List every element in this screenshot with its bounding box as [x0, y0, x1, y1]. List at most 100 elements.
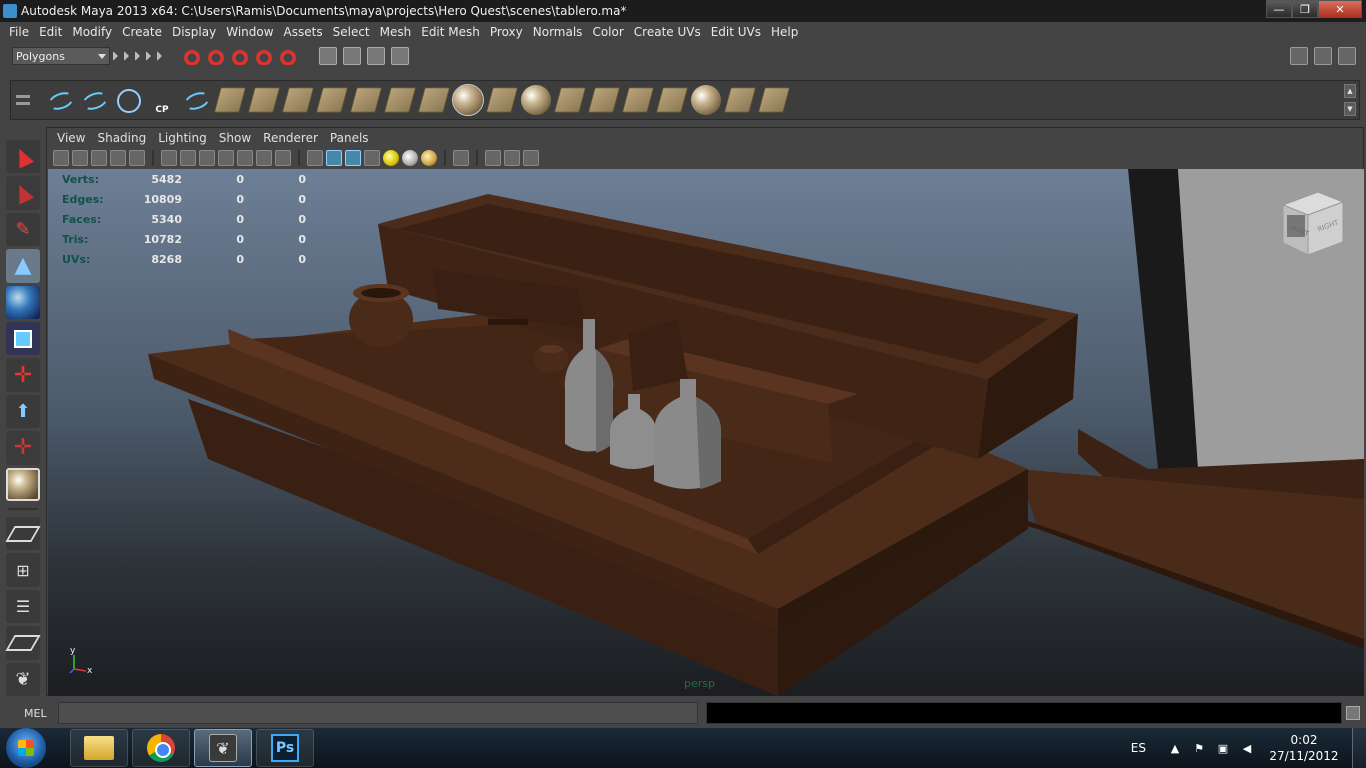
maximize-button[interactable]: ❐ [1292, 0, 1318, 18]
single-perspective-layout-icon[interactable] [6, 516, 40, 551]
xray-joints-icon[interactable] [504, 150, 520, 166]
uv-cube-icon[interactable] [485, 87, 519, 113]
menu-normals[interactable]: Normals [528, 25, 588, 39]
grid-icon[interactable] [161, 150, 177, 166]
uv-cylindrical-icon[interactable] [553, 87, 587, 113]
gate-mask-icon[interactable] [218, 150, 234, 166]
cp-curve-icon[interactable]: CP [147, 85, 177, 115]
snap-curve-icon[interactable] [207, 47, 225, 65]
perspective-viewport[interactable]: Verts: 5482 0 0 Edges: 10809 0 0 Faces: … [48, 169, 1364, 696]
minimize-button[interactable]: — [1266, 0, 1292, 18]
menu-create-uvs[interactable]: Create UVs [629, 25, 706, 39]
cv-curve-tool-icon[interactable] [45, 85, 75, 115]
script-language-toggle[interactable]: MEL [0, 707, 58, 720]
select-tool-icon[interactable] [6, 140, 40, 174]
panel-menu-view[interactable]: View [51, 131, 91, 145]
command-input[interactable] [58, 702, 698, 724]
select-camera-icon[interactable] [53, 150, 69, 166]
taskbar-photoshop[interactable]: Ps [256, 729, 314, 767]
show-manipulator-icon[interactable] [6, 431, 40, 465]
lasso-tool-icon[interactable] [6, 176, 40, 210]
uv-cut-icon[interactable] [281, 87, 315, 113]
film-gate-icon[interactable] [180, 150, 196, 166]
uv-automatic-icon[interactable] [587, 87, 621, 113]
clock[interactable]: 0:02 27/11/2012 [1264, 732, 1344, 764]
snap-grid-icon[interactable] [183, 47, 201, 65]
collapse-arrow-icon[interactable] [135, 51, 143, 61]
menu-set-dropdown[interactable]: Polygons [12, 47, 110, 65]
backface-culling-icon[interactable] [523, 150, 539, 166]
menu-help[interactable]: Help [766, 25, 803, 39]
channel-box-icon[interactable] [1338, 47, 1356, 65]
shadows-icon[interactable] [402, 150, 418, 166]
smooth-shade-icon[interactable] [326, 150, 342, 166]
taskbar-maya[interactable]: ❦ [194, 729, 252, 767]
uv-grid-icon[interactable] [655, 87, 689, 113]
menu-color[interactable]: Color [587, 25, 628, 39]
image-plane-icon[interactable] [110, 150, 126, 166]
rotate-tool-icon[interactable] [6, 285, 40, 319]
panel-menu-lighting[interactable]: Lighting [152, 131, 213, 145]
four-view-layout-icon[interactable]: ⊞ [6, 553, 40, 587]
render-current-frame-icon[interactable] [343, 47, 361, 65]
safe-action-icon[interactable] [256, 150, 272, 166]
menu-edit-mesh[interactable]: Edit Mesh [416, 25, 485, 39]
wireframe-on-shaded-icon[interactable] [345, 150, 361, 166]
graph-layout-icon[interactable] [6, 626, 40, 660]
field-chart-icon[interactable] [237, 150, 253, 166]
action-center-icon[interactable]: ⚑ [1192, 741, 1206, 755]
universal-manipulator-icon[interactable] [6, 358, 40, 392]
ep-curve-tool-icon[interactable] [79, 85, 109, 115]
show-hidden-icons-icon[interactable]: ▲ [1168, 741, 1182, 755]
menu-edit[interactable]: Edit [34, 25, 67, 39]
start-button[interactable] [6, 728, 46, 768]
snap-point-icon[interactable] [231, 47, 249, 65]
menu-assets[interactable]: Assets [279, 25, 328, 39]
uv-normalize-icon[interactable] [621, 87, 655, 113]
high-quality-icon[interactable] [421, 150, 437, 166]
render-settings-icon[interactable] [391, 47, 409, 65]
show-desktop-button[interactable] [1352, 728, 1366, 768]
isolate-select-icon[interactable] [453, 150, 469, 166]
taskbar-explorer[interactable] [70, 729, 128, 767]
menu-modify[interactable]: Modify [67, 25, 117, 39]
two-d-pan-zoom-icon[interactable] [129, 150, 145, 166]
menu-proxy[interactable]: Proxy [485, 25, 528, 39]
collapse-arrow-icon[interactable] [157, 51, 165, 61]
menu-display[interactable]: Display [167, 25, 221, 39]
uv-straighten-icon[interactable] [757, 87, 791, 113]
use-all-lights-icon[interactable] [383, 150, 399, 166]
uv-layout-icon[interactable] [383, 87, 417, 113]
camera-attributes-icon[interactable] [72, 150, 88, 166]
ipr-render-icon[interactable] [367, 47, 385, 65]
uv-sphere-grid-icon[interactable] [691, 85, 721, 115]
maya-logo-icon[interactable]: ❦ [6, 662, 40, 696]
snap-view-plane-icon[interactable] [255, 47, 273, 65]
bezier-curve-icon[interactable] [181, 85, 211, 115]
uv-sew-icon[interactable] [315, 87, 349, 113]
menu-window[interactable]: Window [221, 25, 278, 39]
menu-create[interactable]: Create [117, 25, 167, 39]
volume-icon[interactable]: ◀ [1240, 741, 1254, 755]
panel-menu-show[interactable]: Show [213, 131, 257, 145]
scroll-down-icon[interactable]: ▼ [1344, 102, 1356, 116]
shelf-menu-handle[interactable] [11, 82, 35, 118]
scale-tool-icon[interactable] [6, 321, 40, 356]
uv-move-sew-icon[interactable] [349, 87, 383, 113]
menu-edit-uvs[interactable]: Edit UVs [706, 25, 766, 39]
render-view-icon[interactable] [319, 47, 337, 65]
snap-live-surface-icon[interactable] [279, 47, 297, 65]
menu-file[interactable]: File [4, 25, 34, 39]
move-tool-icon[interactable]: ▲ [6, 249, 40, 283]
menu-mesh[interactable]: Mesh [375, 25, 417, 39]
material-sphere-icon[interactable] [452, 84, 484, 116]
network-icon[interactable]: ▣ [1216, 741, 1230, 755]
script-editor-icon[interactable] [1346, 706, 1360, 720]
collapse-arrow-icon[interactable] [146, 51, 154, 61]
collapse-arrow-icon[interactable] [124, 51, 132, 61]
menu-select[interactable]: Select [328, 25, 375, 39]
panel-menu-panels[interactable]: Panels [324, 131, 375, 145]
xray-icon[interactable] [485, 150, 501, 166]
tool-settings-icon[interactable] [1314, 47, 1332, 65]
close-button[interactable]: ✕ [1318, 0, 1362, 18]
